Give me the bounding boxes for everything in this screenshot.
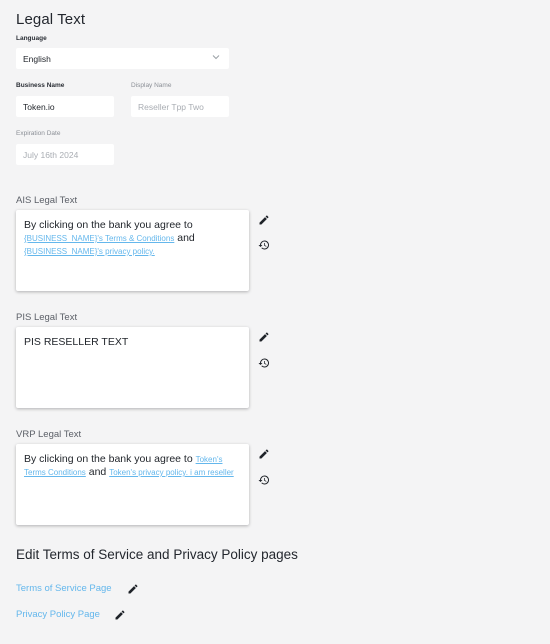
- vrp-privacy-link[interactable]: Token's privacy policy. i am reseller: [109, 468, 234, 477]
- ais-text-prefix: By clicking on the bank you agree to: [24, 219, 193, 231]
- history-icon[interactable]: [258, 239, 270, 251]
- display-name-label: Display Name: [131, 82, 172, 89]
- vrp-and-text: and: [88, 466, 107, 478]
- business-name-field[interactable]: Token.io: [16, 96, 114, 117]
- pencil-icon[interactable]: [258, 331, 270, 343]
- history-icon[interactable]: [258, 357, 270, 369]
- expiration-date-placeholder: July 16th 2024: [23, 149, 79, 160]
- pencil-icon[interactable]: [258, 214, 270, 226]
- vrp-text-prefix: By clicking on the bank you agree to: [24, 453, 193, 465]
- ais-legal-text-box[interactable]: By clicking on the bank you agree to {BU…: [16, 210, 249, 291]
- expiration-date-field[interactable]: July 16th 2024: [16, 144, 114, 165]
- ais-legal-text-label: AIS Legal Text: [16, 195, 78, 206]
- display-name-placeholder: Reseller Tpp Two: [138, 101, 204, 112]
- pis-text: PIS RESELLER TEXT: [24, 336, 129, 348]
- language-select[interactable]: English: [16, 48, 229, 69]
- ais-terms-link[interactable]: {BUSINESS_NAME}'s Terms & Conditions: [24, 234, 174, 243]
- page-title: Legal Text: [16, 11, 86, 28]
- business-name-label: Business Name: [16, 82, 65, 89]
- ais-and-text: and: [177, 232, 195, 244]
- vrp-legal-text-box[interactable]: By clicking on the bank you agree to Tok…: [16, 444, 249, 525]
- history-icon[interactable]: [258, 474, 270, 486]
- pis-legal-text-label: PIS Legal Text: [16, 312, 78, 323]
- pages-section-title: Edit Terms of Service and Privacy Policy…: [16, 547, 298, 562]
- pencil-icon[interactable]: [114, 609, 126, 621]
- expiration-date-label: Expiration Date: [16, 130, 61, 137]
- language-value: English: [23, 53, 51, 64]
- pis-legal-text-box[interactable]: PIS RESELLER TEXT: [16, 327, 249, 408]
- terms-of-service-link[interactable]: Terms of Service Page: [16, 583, 112, 594]
- vrp-legal-text-label: VRP Legal Text: [16, 429, 82, 440]
- pencil-icon[interactable]: [127, 583, 139, 595]
- language-label: Language: [16, 35, 47, 42]
- display-name-field[interactable]: Reseller Tpp Two: [131, 96, 229, 117]
- chevron-down-icon: [212, 55, 220, 60]
- ais-privacy-link[interactable]: {BUSINESS_NAME}'s privacy policy.: [24, 247, 155, 256]
- business-name-value: Token.io: [23, 101, 55, 112]
- privacy-policy-link[interactable]: Privacy Policy Page: [16, 609, 100, 620]
- pencil-icon[interactable]: [258, 448, 270, 460]
